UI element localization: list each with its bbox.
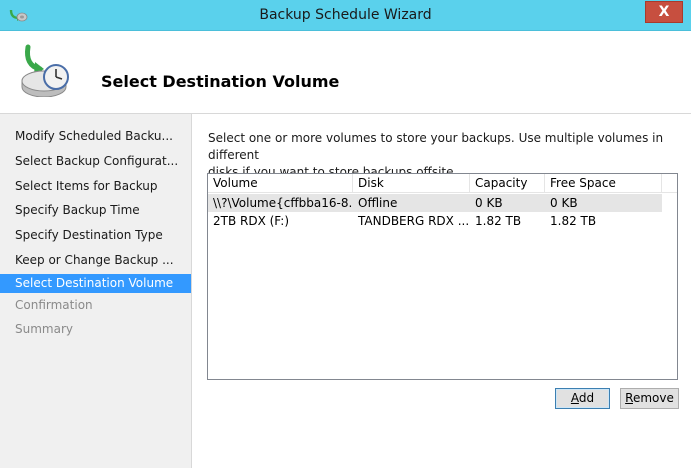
- cell-capacity: 0 KB: [475, 196, 503, 210]
- remove-button-mnemonic: R: [625, 391, 633, 405]
- remove-button[interactable]: Remove: [620, 388, 679, 409]
- nav-step-specify-destination-type[interactable]: Specify Destination Type: [10, 226, 186, 245]
- add-button[interactable]: Add: [555, 388, 610, 409]
- add-button-mnemonic: A: [570, 391, 579, 405]
- title-bar[interactable]: Backup Schedule Wizard X: [0, 0, 691, 31]
- volume-list[interactable]: Volume Disk Capacity Free Space \\?\Volu…: [207, 173, 678, 380]
- cell-free-space: 0 KB: [550, 196, 578, 210]
- cell-volume: 2TB RDX (F:): [213, 214, 290, 228]
- volume-list-header: Volume Disk Capacity Free Space: [208, 174, 677, 193]
- remove-button-label: emove: [632, 391, 674, 405]
- cell-capacity: 1.82 TB: [475, 214, 522, 228]
- nav-step-specify-backup-time[interactable]: Specify Backup Time: [10, 201, 186, 220]
- column-header-volume[interactable]: Volume: [208, 174, 353, 192]
- nav-step-keep-or-change-backup[interactable]: Keep or Change Backup ...: [10, 251, 186, 270]
- nav-step-confirmation: Confirmation: [15, 298, 93, 312]
- wizard-steps-nav: Modify Scheduled Backu... Select Backup …: [0, 114, 192, 468]
- cell-disk: TANDBERG RDX ...: [358, 214, 470, 228]
- window-title: Backup Schedule Wizard: [259, 7, 432, 23]
- nav-step-modify-scheduled-backup[interactable]: Modify Scheduled Backu...: [10, 127, 186, 146]
- cell-free-space: 1.82 TB: [550, 214, 597, 228]
- instructions-line-1: Select one or more volumes to store your…: [208, 131, 664, 162]
- cell-disk: Offline: [358, 196, 398, 210]
- column-header-free-space[interactable]: Free Space: [545, 174, 662, 192]
- table-row[interactable]: \\?\Volume{cffbba16-8... Offline 0 KB 0 …: [208, 194, 662, 212]
- nav-step-select-items-for-backup[interactable]: Select Items for Backup: [10, 177, 186, 196]
- nav-step-summary: Summary: [15, 322, 73, 336]
- column-header-disk[interactable]: Disk: [353, 174, 470, 192]
- table-row[interactable]: 2TB RDX (F:) TANDBERG RDX ... 1.82 TB 1.…: [208, 212, 662, 230]
- page-title: Select Destination Volume: [101, 72, 340, 91]
- wizard-header: Select Destination Volume: [0, 31, 691, 114]
- backup-schedule-icon: [18, 43, 72, 98]
- close-button[interactable]: X: [645, 1, 683, 23]
- nav-step-select-backup-configuration[interactable]: Select Backup Configurat...: [10, 152, 186, 171]
- column-header-capacity[interactable]: Capacity: [470, 174, 545, 192]
- nav-step-select-destination-volume[interactable]: Select Destination Volume: [0, 274, 191, 293]
- cell-volume: \\?\Volume{cffbba16-8...: [213, 196, 353, 210]
- add-button-label: dd: [578, 391, 595, 405]
